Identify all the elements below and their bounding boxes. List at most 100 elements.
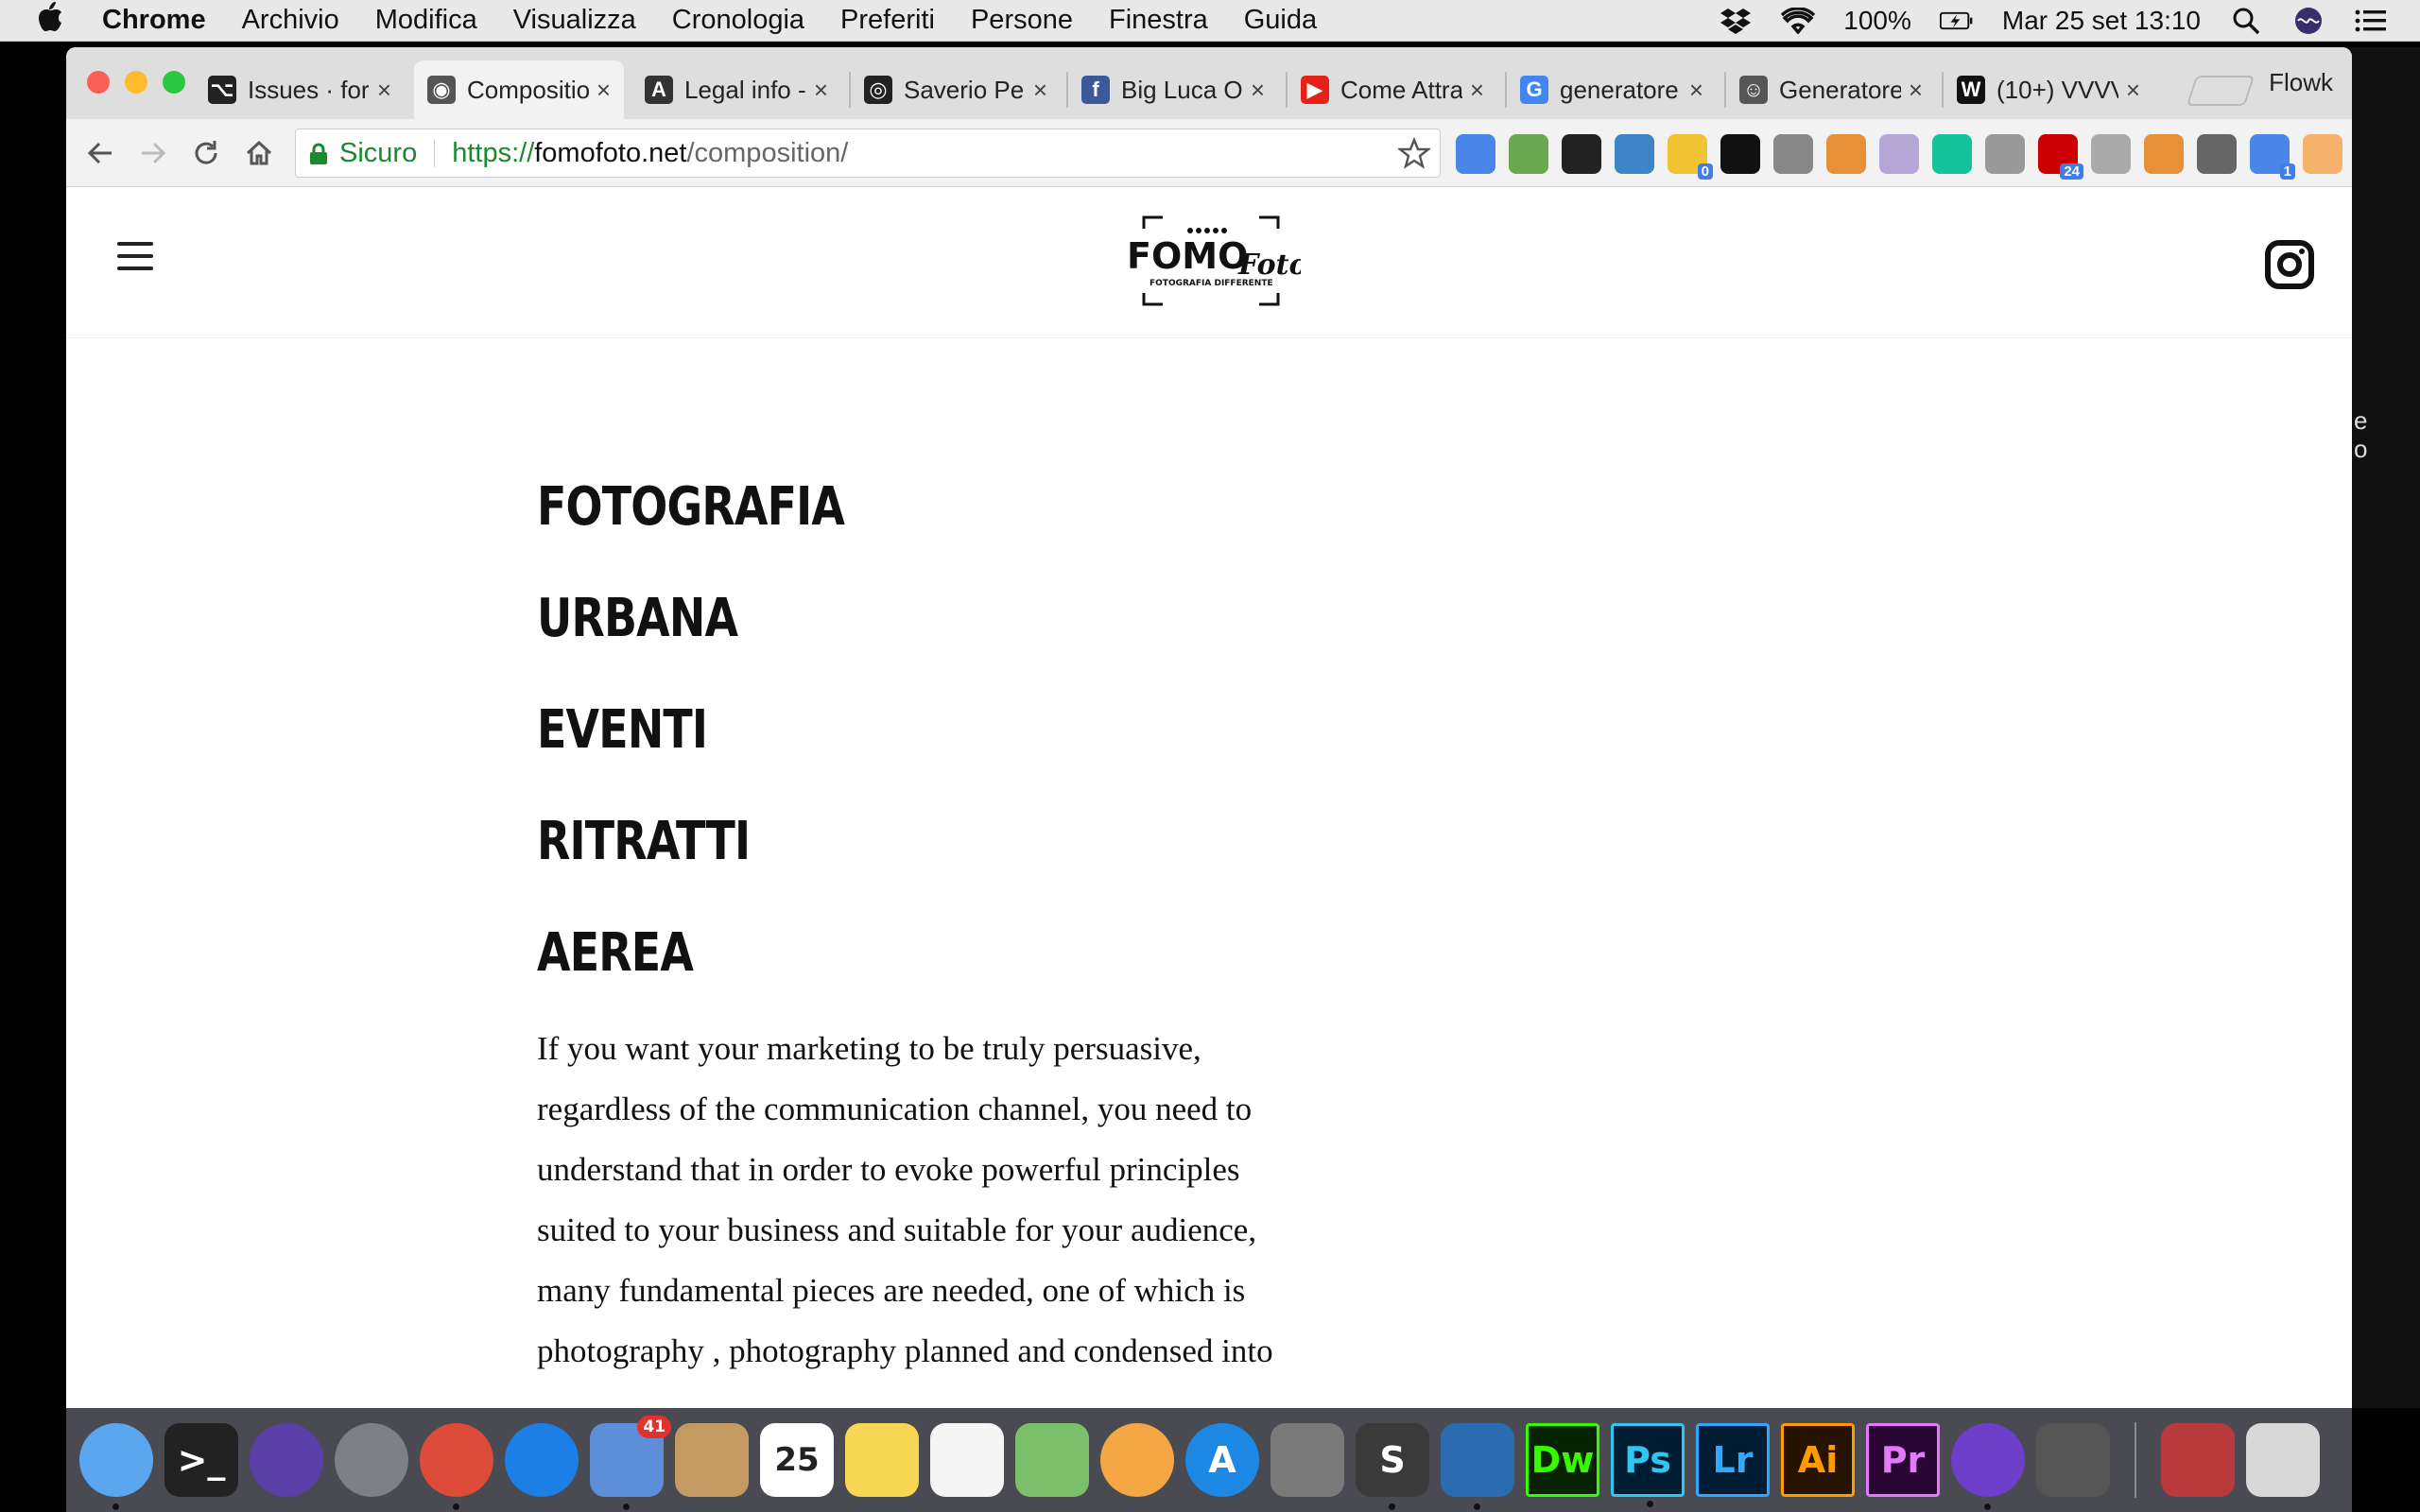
github-desktop-icon[interactable] bbox=[1951, 1423, 2025, 1510]
finder-icon[interactable] bbox=[79, 1423, 153, 1510]
trash-icon[interactable] bbox=[2246, 1423, 2320, 1497]
gem-icon[interactable] bbox=[1879, 134, 1919, 174]
fox-icon[interactable] bbox=[2144, 134, 2184, 174]
browser-tab[interactable]: Ggeneratore × bbox=[1507, 60, 1717, 119]
menu-archivio[interactable]: Archivio bbox=[242, 5, 339, 36]
menu-modifica[interactable]: Modifica bbox=[375, 5, 477, 36]
secure-label[interactable]: Sicuro bbox=[339, 138, 417, 169]
grammarly-icon[interactable] bbox=[1932, 134, 1972, 174]
lightroom-icon[interactable]: Lr bbox=[1696, 1423, 1770, 1497]
menu-app-name[interactable]: Chrome bbox=[102, 5, 206, 36]
category-fotografia[interactable]: FOTOGRAFIA bbox=[537, 452, 1235, 563]
dreamweaver-icon[interactable]: Dw bbox=[1526, 1423, 1599, 1497]
category-aerea[interactable]: AEREA bbox=[537, 898, 1235, 1009]
rocket-icon[interactable] bbox=[1720, 134, 1760, 174]
tab-close-icon[interactable]: × bbox=[814, 76, 828, 105]
battery-percent[interactable]: 100% bbox=[1843, 6, 1911, 36]
rainbow-icon[interactable] bbox=[1826, 134, 1866, 174]
tab-close-icon[interactable]: × bbox=[1689, 76, 1703, 105]
tab-close-icon[interactable]: × bbox=[1909, 76, 1923, 105]
tab-close-icon[interactable]: × bbox=[1470, 76, 1484, 105]
dropbox-icon[interactable] bbox=[1719, 7, 1753, 35]
lock-icon[interactable] bbox=[309, 142, 328, 173]
puzzle-icon[interactable] bbox=[1985, 134, 2025, 174]
menu-preferiti[interactable]: Preferiti bbox=[840, 5, 935, 36]
system-preferences-icon[interactable] bbox=[1270, 1423, 1344, 1497]
safari-icon[interactable] bbox=[505, 1423, 579, 1497]
premiere-icon[interactable]: Pr bbox=[1866, 1423, 1940, 1497]
browser-tab[interactable]: ⌥ Issues · for × bbox=[195, 60, 405, 119]
photo-booth-icon[interactable] bbox=[2036, 1423, 2110, 1497]
contacts-icon[interactable] bbox=[675, 1423, 749, 1497]
download-icon[interactable] bbox=[1615, 134, 1654, 174]
downloads-stack-icon[interactable] bbox=[2161, 1423, 2235, 1497]
hamburger-menu-icon[interactable] bbox=[117, 242, 153, 270]
link-icon[interactable] bbox=[1773, 134, 1813, 174]
pen-icon[interactable] bbox=[2197, 134, 2237, 174]
menu-guida[interactable]: Guida bbox=[1244, 5, 1317, 36]
wifi-icon[interactable] bbox=[1781, 7, 1816, 35]
tab-close-icon[interactable]: × bbox=[1251, 76, 1265, 105]
camera-ext-icon[interactable] bbox=[2091, 134, 2131, 174]
photoshop-icon[interactable]: Ps bbox=[1611, 1423, 1685, 1507]
close-window-button[interactable] bbox=[87, 71, 110, 94]
lock-badge-icon[interactable]: 24 bbox=[2038, 134, 2083, 180]
tab-close-icon[interactable]: × bbox=[596, 76, 611, 105]
vscode-icon[interactable] bbox=[1441, 1423, 1514, 1510]
back-button[interactable] bbox=[78, 130, 123, 176]
photos-icon[interactable] bbox=[1100, 1423, 1174, 1497]
maps-icon[interactable] bbox=[1015, 1423, 1089, 1497]
folder-icon[interactable]: 0 bbox=[1668, 134, 1713, 180]
chrome-icon[interactable] bbox=[420, 1423, 493, 1510]
home-button[interactable] bbox=[236, 130, 282, 176]
terminal-icon[interactable]: >_ bbox=[164, 1423, 238, 1497]
address-bar[interactable]: Sicuro https:// fomofoto.net /compositio… bbox=[295, 129, 1441, 178]
spotlight-icon[interactable] bbox=[2229, 7, 2263, 35]
chart-icon[interactable] bbox=[1509, 134, 1548, 174]
mail-icon[interactable]: 41 bbox=[590, 1416, 671, 1510]
battery-icon[interactable] bbox=[1939, 7, 1974, 35]
notification-center-icon[interactable] bbox=[2354, 7, 2388, 35]
app-store-icon[interactable]: A bbox=[1185, 1423, 1259, 1497]
arrow-up-icon[interactable] bbox=[2303, 134, 2342, 174]
menu-persone[interactable]: Persone bbox=[971, 5, 1073, 36]
reminders-icon[interactable] bbox=[930, 1423, 1004, 1497]
sublime-text-icon[interactable]: S bbox=[1356, 1423, 1429, 1510]
browser-tab[interactable]: ◎ Saverio Pe × bbox=[851, 60, 1061, 119]
calendar-icon[interactable]: 25 bbox=[760, 1423, 834, 1497]
browser-tab[interactable]: ☺ Generatore × bbox=[1726, 60, 1936, 119]
tab-close-icon[interactable]: × bbox=[1033, 76, 1047, 105]
illustrator-icon[interactable]: Ai bbox=[1781, 1423, 1855, 1497]
clock[interactable]: Mar 25 set 13:10 bbox=[2002, 6, 2201, 36]
site-logo[interactable]: FOMO Foto FOTOGRAFIA DIFFERENTE bbox=[1121, 215, 1308, 306]
minimize-window-button[interactable] bbox=[125, 71, 147, 94]
browser-tab[interactable]: W (10+) VVVV × bbox=[1944, 60, 2153, 119]
browser-tab[interactable]: f Big Luca O × bbox=[1068, 60, 1278, 119]
category-urbana[interactable]: URBANA bbox=[537, 563, 1235, 675]
notes-icon[interactable] bbox=[845, 1423, 919, 1497]
launchpad-icon[interactable] bbox=[335, 1423, 408, 1497]
reload-button[interactable] bbox=[183, 130, 229, 176]
code-icon[interactable]: 1 bbox=[2250, 134, 2295, 180]
menu-cronologia[interactable]: Cronologia bbox=[672, 5, 804, 36]
tab-close-icon[interactable]: × bbox=[2126, 76, 2140, 105]
forward-button[interactable] bbox=[130, 130, 176, 176]
siri-icon[interactable] bbox=[2291, 7, 2325, 35]
browser-tab[interactable]: A Legal info - × bbox=[631, 60, 841, 119]
record-icon[interactable] bbox=[1562, 134, 1601, 174]
tab-close-icon[interactable]: × bbox=[377, 76, 391, 105]
browser-tab[interactable]: ▶ Come Attra × bbox=[1288, 60, 1497, 119]
category-ritratti[interactable]: RITRATTI bbox=[537, 786, 1235, 898]
category-eventi[interactable]: EVENTI bbox=[537, 675, 1235, 786]
profile-name[interactable]: Flowk bbox=[2269, 68, 2333, 97]
zoom-window-button[interactable] bbox=[163, 71, 185, 94]
new-tab-button[interactable] bbox=[2186, 76, 2256, 106]
bookmark-star-icon[interactable] bbox=[1396, 136, 1432, 177]
instagram-icon[interactable] bbox=[2265, 240, 2314, 289]
browser-tab[interactable]: ◉ Compositio × bbox=[414, 60, 624, 119]
translate-icon[interactable] bbox=[1456, 134, 1495, 174]
menu-finestra[interactable]: Finestra bbox=[1109, 5, 1208, 36]
menu-visualizza[interactable]: Visualizza bbox=[513, 5, 636, 36]
apple-menu-icon[interactable] bbox=[36, 1, 74, 41]
siri-app-icon[interactable] bbox=[250, 1423, 323, 1497]
